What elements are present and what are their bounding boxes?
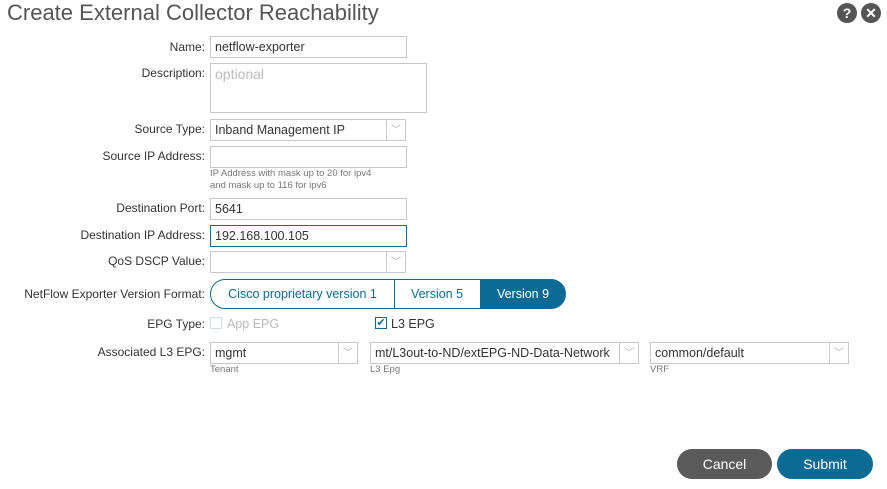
cancel-button[interactable]: Cancel	[677, 449, 772, 479]
version-label: NetFlow Exporter Version Format:	[24, 287, 205, 301]
description-input[interactable]: optional	[210, 63, 427, 113]
dest-ip-label: Destination IP Address:	[80, 228, 205, 242]
chevron-down-icon: ﹀	[829, 343, 848, 363]
chevron-down-icon: ﹀	[619, 343, 638, 363]
l3epg-select[interactable]: mt/L3out-to-ND/extEPG-ND-Data-Network ﹀	[370, 342, 639, 364]
source-ip-input[interactable]	[210, 146, 407, 168]
help-icon[interactable]: ?	[837, 3, 857, 23]
vrf-sublabel: VRF	[650, 364, 669, 375]
tenant-value: mgmt	[215, 346, 247, 360]
version-option-cisco-v1[interactable]: Cisco proprietary version 1	[210, 279, 395, 309]
source-ip-label: Source IP Address:	[102, 149, 205, 163]
source-type-value: Inband Management IP	[215, 123, 345, 137]
qos-label: QoS DSCP Value:	[108, 254, 205, 268]
dialog-title: Create External Collector Reachability	[7, 0, 379, 25]
name-label: Name:	[169, 40, 205, 54]
source-ip-hint-2: and mask up to 116 for ipv6	[210, 180, 327, 191]
source-type-select[interactable]: Inband Management IP ﹀	[210, 119, 406, 141]
chevron-down-icon: ﹀	[386, 120, 405, 140]
app-epg-label: App EPG	[227, 317, 280, 331]
l3-epg-checkbox[interactable]: ✔	[375, 317, 387, 329]
close-icon[interactable]: ✕	[861, 3, 881, 23]
epg-type-label: EPG Type:	[147, 317, 205, 331]
app-epg-checkbox[interactable]	[210, 317, 222, 329]
chevron-down-icon: ﹀	[338, 343, 357, 363]
tenant-select[interactable]: mgmt ﹀	[210, 342, 358, 364]
qos-select[interactable]: ﹀	[210, 251, 406, 273]
chevron-down-icon: ﹀	[386, 252, 405, 272]
tenant-sublabel: Tenant	[210, 364, 239, 375]
assoc-l3epg-label: Associated L3 EPG:	[97, 345, 205, 359]
l3epg-value: mt/L3out-to-ND/extEPG-ND-Data-Network	[375, 346, 610, 360]
dest-ip-input[interactable]: 192.168.100.105	[210, 225, 407, 247]
dest-port-input[interactable]: 5641	[210, 198, 407, 220]
vrf-value: common/default	[655, 346, 744, 360]
version-option-v9[interactable]: Version 9	[480, 279, 566, 309]
vrf-select[interactable]: common/default ﹀	[650, 342, 849, 364]
submit-button[interactable]: Submit	[777, 449, 873, 479]
source-type-label: Source Type:	[134, 122, 206, 136]
source-ip-hint: IP Address with mask up to 20 for ipv4	[210, 168, 372, 179]
version-option-v5[interactable]: Version 5	[394, 279, 481, 309]
dest-port-label: Destination Port:	[116, 201, 205, 215]
description-label: Description:	[141, 66, 205, 80]
l3-epg-label: L3 EPG	[391, 317, 435, 331]
name-input[interactable]: netflow-exporter	[210, 36, 407, 58]
l3epg-sublabel: L3 Epg	[370, 364, 401, 375]
